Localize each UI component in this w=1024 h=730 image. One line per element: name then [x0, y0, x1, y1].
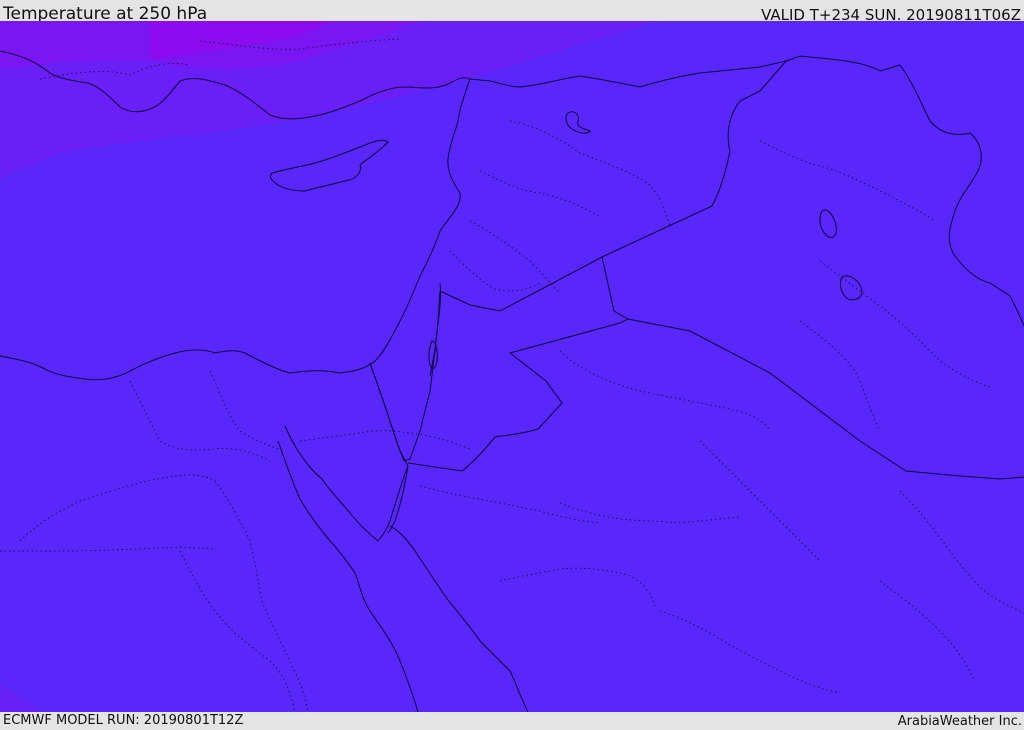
map-footer: ECMWF MODEL RUN: 20190801T12Z ArabiaWeat…	[0, 712, 1024, 729]
map-canvas	[0, 21, 1024, 712]
credit-label: ArabiaWeather Inc.	[897, 714, 1022, 729]
temperature-map[interactable]	[0, 21, 1024, 712]
model-run-label: ECMWF MODEL RUN: 20190801T12Z	[3, 713, 244, 728]
map-header: Temperature at 250 hPa VALID T+234 SUN. …	[0, 0, 1024, 24]
